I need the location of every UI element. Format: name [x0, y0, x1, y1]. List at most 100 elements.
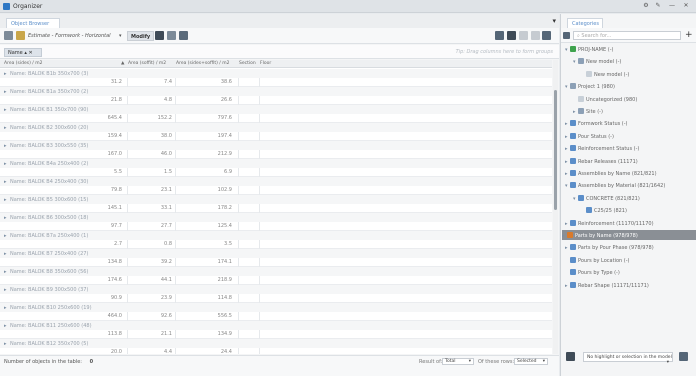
text-icon[interactable]	[507, 31, 516, 40]
expand-icon[interactable]: ▸	[4, 89, 7, 95]
expand-icon[interactable]: ▸	[4, 287, 7, 293]
category-node[interactable]: ▾ Assemblies by Material (821/1642)	[565, 180, 665, 190]
category-node[interactable]: ▸ Pour Status (-)	[565, 131, 614, 141]
group-header[interactable]: ▸ Name: BALOK B3 300x550 (35)	[0, 141, 552, 150]
expand-icon[interactable]: ▸	[4, 179, 7, 185]
color-icon[interactable]	[531, 31, 540, 40]
scroll-thumb[interactable]	[554, 90, 557, 210]
expand-icon[interactable]: ▸	[4, 233, 7, 239]
expand-icon[interactable]: ▸	[4, 143, 7, 149]
category-node[interactable]: ▸ Reinforcement (11170/11170)	[565, 218, 654, 228]
category-node[interactable]: Pours by Location (-)	[565, 255, 629, 265]
category-search-input[interactable]: ⌕ Search for...	[573, 31, 681, 40]
highlight-select[interactable]: No highlight or selection in the model ▾	[583, 352, 673, 365]
table-row[interactable]: ▸ Name: BALOK B7 250x400 (27) 134.8 39.2 174…	[0, 249, 552, 267]
category-node[interactable]: Pours by Type (-)	[565, 267, 620, 277]
filter-icon[interactable]	[495, 31, 504, 40]
3d-view-icon[interactable]	[167, 31, 176, 40]
settings-icon[interactable]: ⚙	[642, 2, 650, 9]
expand-icon[interactable]: ▸	[4, 215, 7, 221]
sort-ascending-icon[interactable]: ▴	[24, 50, 27, 56]
table-row[interactable]: ▸ Name: BALOK B12 350x700 (5) 20.0 4.4 24.4	[0, 339, 552, 354]
property-set-dropdown-icon[interactable]: ▾	[119, 33, 122, 39]
table-row[interactable]: ▸ Name: BALOK B4 250x400 (30) 79.8 23.1 102.…	[0, 177, 552, 195]
table-row[interactable]: ▸ Name: BALOK B8 350x600 (56) 174.6 44.1 218…	[0, 267, 552, 285]
result-of-select[interactable]: Total ▾	[442, 358, 474, 365]
add-category-icon[interactable]: +	[685, 30, 693, 40]
remove-group-icon[interactable]: ✕	[28, 50, 32, 56]
table-row[interactable]: ▸ Name: BALOK B5 300x600 (15) 145.1 33.1 178…	[0, 195, 552, 213]
category-node[interactable]: ▸ Parts by Pour Phase (978/978)	[565, 242, 654, 252]
group-header[interactable]: ▸ Name: BALOK B12 350x700 (5)	[0, 339, 552, 348]
expand-icon[interactable]: ▸	[4, 107, 7, 113]
category-node[interactable]: ▸ Formwork Status (-)	[565, 118, 628, 128]
edit-icon[interactable]	[16, 31, 25, 40]
category-node[interactable]: Uncategorized (980)	[573, 94, 637, 104]
column-area-total[interactable]: Area (sides+soffit) / m2	[176, 61, 229, 66]
group-header[interactable]: ▸ Name: BALOK B5 300x600 (15)	[0, 195, 552, 204]
property-set-label[interactable]: Estimate - Formwork - Horizontal	[28, 33, 111, 39]
menu-icon[interactable]	[4, 31, 13, 40]
expand-icon[interactable]: ▸	[4, 125, 7, 131]
expand-icon[interactable]: ▸	[4, 305, 7, 311]
panel-menu-icon[interactable]: ▾	[552, 17, 556, 25]
category-node[interactable]: ▸ Reinforcement Status (-)	[565, 143, 639, 153]
tab-object-browser[interactable]: Object Browser	[6, 18, 60, 28]
group-header[interactable]: ▸ Name: BALOK B6 300x500 (18)	[0, 213, 552, 222]
menu-icon[interactable]	[563, 32, 570, 39]
category-node[interactable]: ▸ Rebar Shape (11171/11171)	[565, 280, 649, 290]
group-header[interactable]: ▸ Name: BALOK B4a 250x400 (2)	[0, 159, 552, 168]
group-chip-name[interactable]: Name ▴ ✕	[4, 48, 42, 57]
category-node[interactable]: ▸ Site (-)	[573, 106, 603, 116]
group-header[interactable]: ▸ Name: BALOK B10 250x600 (19)	[0, 303, 552, 312]
group-header[interactable]: ▸ Name: BALOK B2 300x600 (20)	[0, 123, 552, 132]
table-row[interactable]: ▸ Name: BALOK B1 350x700 (90) 645.4 152.2 79…	[0, 105, 552, 123]
expand-icon[interactable]: ▸	[4, 323, 7, 329]
group-header[interactable]: ▸ Name: BALOK B11 250x600 (48)	[0, 321, 552, 330]
column-section[interactable]: Section	[239, 61, 256, 66]
table-row[interactable]: ▸ Name: BALOK B4a 250x400 (2) 5.5 1.5 6.9	[0, 159, 552, 177]
sort-icon[interactable]: ▲	[121, 61, 124, 66]
table-row[interactable]: ▸ Name: BALOK B6 300x500 (18) 97.7 27.7 125.…	[0, 213, 552, 231]
highlight-mode-icon[interactable]	[679, 352, 688, 361]
table-row[interactable]: ▸ Name: BALOK B1b 350x700 (3) 31.2 7.4 38.6	[0, 69, 552, 87]
chart-view-icon[interactable]	[179, 31, 188, 40]
table-row[interactable]: ▸ Name: BALOK B11 250x600 (48) 113.8 21.1 13…	[0, 321, 552, 339]
visibility-icon[interactable]	[519, 31, 528, 40]
group-header[interactable]: ▸ Name: BALOK B8 350x600 (56)	[0, 267, 552, 276]
column-floor[interactable]: Floor	[260, 61, 271, 66]
group-header[interactable]: ▸ Name: BALOK B7 250x400 (27)	[0, 249, 552, 258]
category-node[interactable]: ▾ Project 1 (980)	[565, 81, 615, 91]
expand-icon[interactable]: ▸	[4, 161, 7, 167]
column-area-soffit[interactable]: Area (soffit) / m2	[128, 61, 166, 66]
expand-icon[interactable]: ▸	[4, 341, 7, 347]
pin-icon[interactable]: ✎	[654, 2, 662, 9]
table-view-icon[interactable]	[155, 31, 164, 40]
table-row[interactable]: ▸ Name: BALOK B2 300x600 (20) 159.4 38.0 197…	[0, 123, 552, 141]
group-header[interactable]: ▸ Name: BALOK B7a 250x400 (1)	[0, 231, 552, 240]
category-node[interactable]: ▾ New model (-)	[573, 56, 621, 66]
category-node[interactable]: ▸ Assemblies by Name (821/821)	[565, 168, 657, 178]
category-node[interactable]: ▸ Rebar Releases (11171)	[565, 156, 638, 166]
refresh-icon[interactable]	[542, 31, 551, 40]
column-area-sides[interactable]: Area (sides) / m2	[4, 61, 43, 66]
rows-select[interactable]: Selected ▾	[514, 358, 548, 365]
table-row[interactable]: ▸ Name: BALOK B9 300x500 (37) 90.9 23.9 114.…	[0, 285, 552, 303]
expand-icon[interactable]: ▸	[4, 71, 7, 77]
table-row[interactable]: ▸ Name: BALOK B10 250x600 (19) 464.0 92.6 55…	[0, 303, 552, 321]
expand-icon[interactable]: ▸	[4, 269, 7, 275]
expand-icon[interactable]: ▸	[4, 251, 7, 257]
group-header[interactable]: ▸ Name: BALOK B1 350x700 (90)	[0, 105, 552, 114]
group-header[interactable]: ▸ Name: BALOK B1b 350x700 (3)	[0, 69, 552, 78]
tab-categories[interactable]: Categories	[567, 18, 603, 28]
model-icon[interactable]	[566, 352, 575, 361]
close-icon[interactable]: ✕	[682, 2, 690, 9]
category-node[interactable]: ▸ Parts by Name (978/978)	[562, 230, 696, 240]
category-node[interactable]: ▾ CONCRETE (821/821)	[573, 193, 640, 203]
group-header[interactable]: ▸ Name: BALOK B1a 350x700 (2)	[0, 87, 552, 96]
category-node[interactable]: New model (-)	[581, 69, 629, 79]
modify-button[interactable]: Modify	[127, 31, 155, 41]
table-row[interactable]: ▸ Name: BALOK B1a 350x700 (2) 21.8 4.8 26.6	[0, 87, 552, 105]
table-row[interactable]: ▸ Name: BALOK B3 300x550 (35) 167.0 46.0 212…	[0, 141, 552, 159]
expand-icon[interactable]: ▸	[4, 197, 7, 203]
